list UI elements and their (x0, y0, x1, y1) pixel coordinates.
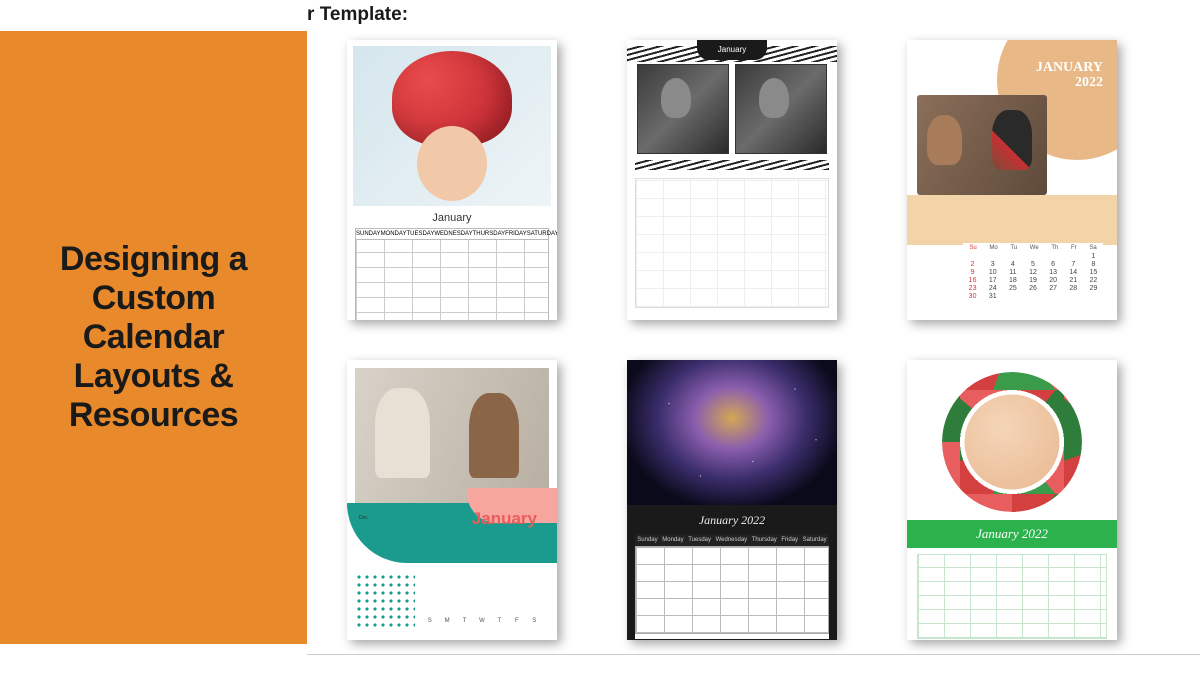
mini-calendar-label: Dec (359, 515, 368, 523)
calendar-template-1[interactable]: January SUNDAY MONDAY TUESDAY WEDNESDAY … (347, 40, 557, 320)
calendar-template-5[interactable]: January 2022 Sunday Monday Tuesday Wedne… (627, 360, 837, 640)
month-label: January 2022 (627, 505, 837, 534)
template-photo (917, 95, 1047, 195)
calendar-template-2[interactable]: January (627, 40, 837, 320)
date-numbers: 1234567891011121314151617181920212223242… (963, 253, 1103, 300)
date-grid (635, 546, 829, 634)
template-photo-left (637, 64, 729, 154)
calendar-grid (355, 239, 549, 320)
calendar-template-4[interactable]: January Dec S M T W T F S (347, 360, 557, 640)
decorative-band (907, 195, 1117, 245)
calendar-template-6[interactable]: January 2022 (907, 360, 1117, 640)
template-photo (355, 368, 549, 503)
month-tab: January (697, 40, 767, 60)
sidebar-panel: Designing a Custom Calendar Layouts & Re… (0, 31, 307, 644)
calendar-grid: Su Mo Tu We Th Fr Sa 1234567891011121314… (963, 243, 1103, 300)
floral-wreath (942, 372, 1082, 512)
template-photo (627, 360, 837, 505)
template-gallery: January SUNDAY MONDAY TUESDAY WEDNESDAY … (307, 30, 1200, 655)
month-label: JANUARY 2022 (1036, 60, 1103, 91)
calendar-grid: S M T W T F S (422, 618, 542, 626)
month-label: January (472, 509, 537, 529)
month-label: January (347, 206, 557, 228)
weekday-header: S M T W T F S (422, 618, 542, 624)
section-heading-fragment: Template: (307, 0, 408, 30)
page-title: Designing a Custom Calendar Layouts & Re… (30, 240, 277, 435)
decorative-scribble (635, 160, 829, 170)
decorative-dots (355, 573, 415, 628)
weekday-header: Su Mo Tu We Th Fr Sa (963, 243, 1103, 253)
month-label: January 2022 (907, 520, 1117, 548)
calendar-area: January Dec S M T W T F S (347, 503, 557, 638)
calendar-grid: Sunday Monday Tuesday Wednesday Thursday… (635, 534, 829, 639)
photo-subject-face (417, 126, 487, 201)
template-photo (965, 395, 1060, 490)
weekday-header: SUNDAY MONDAY TUESDAY WEDNESDAY THURSDAY… (355, 228, 549, 239)
calendar-grid (635, 178, 829, 308)
template-photo-right (735, 64, 827, 154)
weekday-header: Sunday Monday Tuesday Wednesday Thursday… (635, 534, 829, 546)
calendar-grid (917, 554, 1107, 639)
calendar-template-3[interactable]: JANUARY 2022 Su Mo Tu We Th Fr Sa 123456… (907, 40, 1117, 320)
template-photo (353, 46, 551, 206)
